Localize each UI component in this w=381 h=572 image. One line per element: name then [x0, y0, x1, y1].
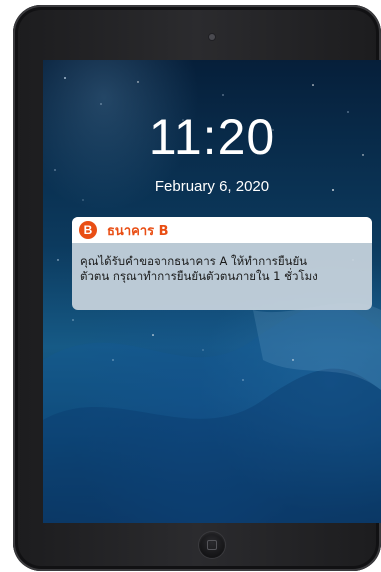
home-square-icon: [207, 540, 217, 550]
lock-screen-date: February 6, 2020: [154, 178, 270, 195]
bank-app-icon: B: [79, 221, 97, 239]
lock-screen: 11:20 February 6, 2020 B ธนาคาร B คุณได้…: [43, 60, 381, 523]
notification-header: B ธนาคาร B: [72, 217, 372, 243]
notification-message: คุณได้รับคำขอจากธนาคาร A ให้ทำการยืนยัน …: [72, 243, 372, 284]
camera-icon: [209, 34, 215, 40]
bank-notification[interactable]: B ธนาคาร B คุณได้รับคำขอจากธนาคาร A ให้ท…: [72, 217, 372, 310]
notification-app-name: ธนาคาร B: [107, 223, 169, 239]
home-button-icon[interactable]: [199, 532, 225, 558]
notification-message-line-2: ตัวตน กรุณาทำการยืนยันตัวตนภายใน 1 ชั่วโ…: [80, 269, 318, 283]
notification-message-line-1: คุณได้รับคำขอจากธนาคาร A ให้ทำการยืนยัน: [80, 254, 308, 268]
lock-screen-time: 11:20: [148, 109, 276, 165]
tablet-device: 11:20 February 6, 2020 B ธนาคาร B คุณได้…: [13, 5, 381, 571]
